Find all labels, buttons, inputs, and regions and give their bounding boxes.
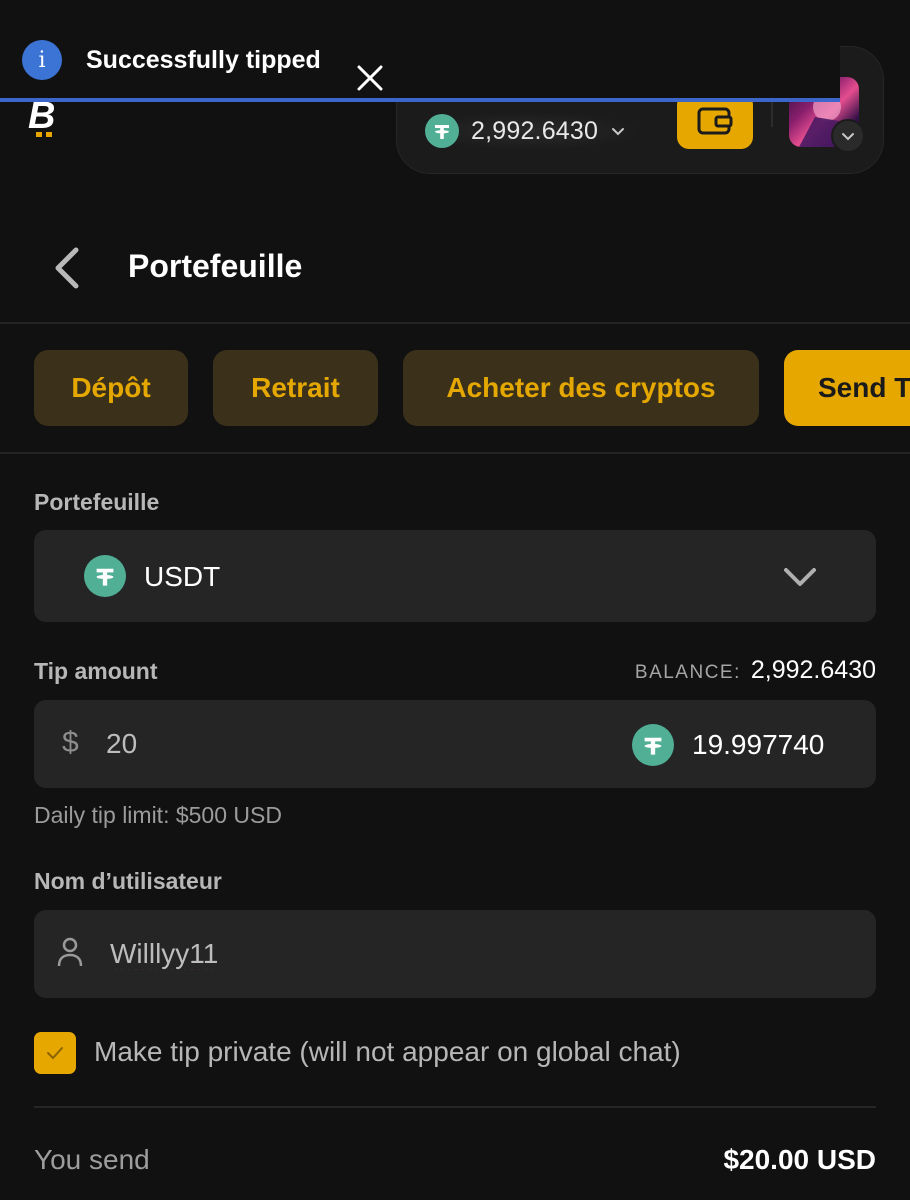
balance-display: BALANCE: 2,992.6430 — [635, 656, 876, 685]
tip-amount-field: $ 19.997740 — [34, 700, 876, 788]
tether-icon — [425, 114, 459, 148]
back-arrow-icon[interactable] — [48, 244, 88, 292]
page-title: Portefeuille — [128, 248, 303, 284]
page-header: Portefeuille — [0, 224, 910, 324]
wallet-icon — [697, 107, 733, 135]
divider — [34, 1106, 876, 1108]
you-send-label: You send — [34, 1144, 150, 1175]
toast-notification: i Successfully tipped — [0, 18, 840, 102]
private-tip-label[interactable]: Make tip private (will not appear on glo… — [94, 1036, 681, 1068]
info-icon: i — [22, 40, 62, 80]
currency-selector[interactable]: 2,992.6430 — [425, 113, 637, 149]
toast-message: Successfully tipped — [86, 46, 321, 74]
user-icon — [57, 937, 83, 967]
daily-limit-hint: Daily tip limit: $500 USD — [34, 802, 282, 828]
chevron-down-icon — [612, 128, 625, 136]
close-icon[interactable] — [354, 62, 386, 94]
username-label: Nom d’utilisateur — [34, 868, 222, 894]
balance-value: 2,992.6430 — [750, 656, 876, 684]
chevron-down-icon — [784, 568, 816, 586]
balance-amount: 2,992.6430 — [471, 116, 599, 145]
username-input[interactable] — [110, 928, 610, 980]
checkmark-icon — [47, 1047, 63, 1060]
tether-icon — [84, 555, 126, 597]
crypto-amount[interactable]: 19.997740 — [692, 729, 824, 761]
tab-depot[interactable]: Dépôt — [34, 350, 188, 426]
site-logo[interactable]: B — [26, 96, 74, 140]
tab-send-tip[interactable]: Send T — [784, 350, 910, 426]
currency-select[interactable]: USDT — [34, 530, 876, 622]
chevron-down-icon — [842, 133, 854, 141]
account-menu-toggle[interactable] — [831, 119, 865, 153]
private-tip-checkbox[interactable] — [34, 1032, 76, 1074]
tether-icon — [632, 724, 674, 766]
svg-text:B: B — [28, 96, 55, 137]
usd-amount-input[interactable] — [106, 718, 406, 770]
tip-amount-label: Tip amount — [34, 658, 158, 684]
username-field — [34, 910, 876, 998]
you-send-value: $20.00 USD — [723, 1144, 876, 1175]
balance-label: BALANCE: — [634, 662, 741, 683]
wallet-tabs: Dépôt Retrait Acheter des cryptos Send T — [0, 326, 910, 454]
selected-currency: USDT — [144, 561, 221, 592]
dollar-sign: $ — [62, 726, 79, 759]
tab-buy-crypto[interactable]: Acheter des cryptos — [403, 350, 759, 426]
tab-retrait[interactable]: Retrait — [213, 350, 378, 426]
wallet-label: Portefeuille — [34, 489, 160, 515]
